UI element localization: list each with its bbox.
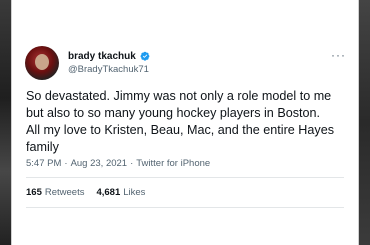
author-name-row: brady tkachuk (68, 49, 150, 63)
tweet-time[interactable]: 5:47 PM (26, 158, 61, 169)
likes-label: Likes (123, 187, 146, 198)
more-options-icon[interactable]: ··· (331, 48, 346, 62)
divider (26, 177, 344, 178)
likes-stat[interactable]: 4,681 Likes (96, 187, 145, 198)
avatar[interactable] (25, 46, 59, 80)
retweets-label: Retweets (44, 187, 85, 198)
avatar-face (35, 54, 49, 70)
tweet-stats: 165 Retweets 4,681 Likes (26, 187, 145, 198)
meta-separator: · (130, 158, 134, 169)
tweet-meta: 5:47 PM · Aug 23, 2021 · Twitter for iPh… (26, 158, 210, 169)
divider (26, 207, 344, 208)
retweets-stat[interactable]: 165 Retweets (26, 187, 84, 198)
likes-count: 4,681 (96, 187, 121, 198)
tweet-text: So devastated. Jimmy was not only a role… (26, 89, 334, 154)
tweet-card: brady tkachuk @BradyTkachuk71 ··· So dev… (11, 0, 359, 245)
author-display-name[interactable]: brady tkachuk (68, 51, 136, 62)
meta-separator: · (64, 158, 68, 169)
tweet-source[interactable]: Twitter for iPhone (136, 158, 210, 169)
author-handle[interactable]: @BradyTkachuk71 (68, 64, 149, 75)
background-right-edge (358, 0, 370, 245)
tweet-date[interactable]: Aug 23, 2021 (71, 158, 128, 169)
verified-badge-icon (140, 51, 150, 61)
retweets-count: 165 (26, 187, 42, 198)
